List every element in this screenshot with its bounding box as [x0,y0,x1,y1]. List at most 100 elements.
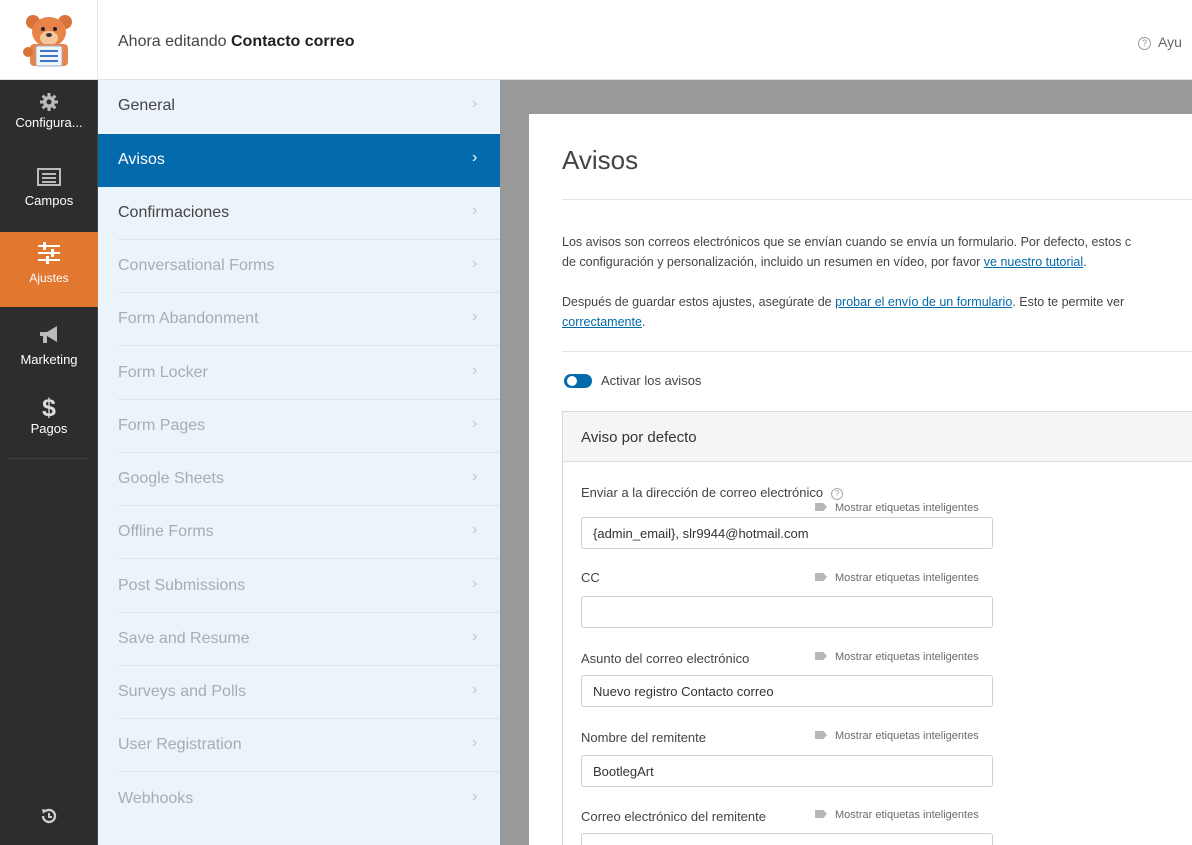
menu-item-label: Surveys and Polls [118,683,247,700]
chevron-right-icon: › [472,415,478,432]
menu-item-label: User Registration [118,736,242,753]
test-submission-link[interactable]: probar el envío de un formulario [835,295,1012,309]
smart-tags-toggle[interactable]: Mostrar etiquetas inteligentes [815,502,979,514]
test-text: Después de guardar estos ajustes, asegúr… [562,292,1124,332]
settings-menu-conversational-forms[interactable]: Conversational Forms › [98,240,500,293]
divider [8,458,90,459]
smart-tags-label: Mostrar etiquetas inteligentes [835,502,979,514]
tag-icon [815,503,827,511]
revisions-button[interactable] [0,806,98,836]
settings-menu-general[interactable]: General › [98,80,500,133]
chevron-right-icon: › [472,681,478,698]
chevron-right-icon: › [472,575,478,592]
top-bar: Ahora editando Contacto correo ? Ayu [0,0,1192,80]
correctly-link[interactable]: correctamente [562,315,642,329]
send-to-label: Enviar a la dirección de correo electrón… [581,485,844,500]
menu-item-label: Offline Forms [118,523,214,540]
from-email-input[interactable] [581,833,993,845]
menu-item-label: Form Abandonment [118,310,259,327]
megaphone-icon [40,326,57,343]
sidebar-item-setup[interactable]: Configura... [0,92,98,152]
smart-tags-label: Mostrar etiquetas inteligentes [835,572,979,584]
from-name-label: Nombre del remitente [581,730,706,745]
menu-item-label: Form Pages [118,417,206,434]
settings-menu-notifications[interactable]: Avisos › [98,134,500,187]
divider [118,345,500,346]
menu-item-label: General [118,97,175,114]
field-label-text: Enviar a la dirección de correo electrón… [581,485,824,500]
cc-input[interactable] [581,596,993,628]
sidebar-item-fields[interactable]: Campos [0,168,98,230]
email-subject-input[interactable]: Nuevo registro Contacto correo [581,675,993,707]
from-email-label: Correo electrónico del remitente [581,809,766,824]
settings-menu-form-pages[interactable]: Form Pages › [98,400,500,453]
fields-icon [37,168,61,186]
intro-text: Los avisos son correos electrónicos que … [562,232,1131,272]
settings-menu-google-sheets[interactable]: Google Sheets › [98,453,500,506]
settings-menu-user-registration[interactable]: User Registration › [98,719,500,772]
send-to-email-input[interactable]: {admin_email}, slr9944@hotmail.com [581,517,993,549]
settings-menu-surveys-and-polls[interactable]: Surveys and Polls › [98,666,500,719]
smart-tags-label: Mostrar etiquetas inteligentes [835,809,979,821]
menu-item-label: Conversational Forms [118,257,275,274]
chevron-right-icon: › [472,362,478,379]
intro-punctuation: . [1083,255,1087,269]
settings-menu-offline-forms[interactable]: Offline Forms › [98,506,500,559]
sidebar-item-settings[interactable]: Ajustes [0,232,98,307]
gear-icon [40,93,58,111]
smart-tags-label: Mostrar etiquetas inteligentes [835,651,979,663]
chevron-right-icon: › [472,255,478,272]
settings-menu-post-submissions[interactable]: Post Submissions › [98,560,500,613]
chevron-right-icon: › [472,308,478,325]
cc-label: CC [581,570,600,585]
sidebar-item-marketing[interactable]: Marketing [0,325,98,387]
sidebar-item-label: Campos [24,193,74,208]
chevron-right-icon: › [472,468,478,485]
menu-item-label: Google Sheets [118,470,224,487]
tutorial-link[interactable]: ve nuestro tutorial [984,255,1083,269]
settings-menu-save-and-resume[interactable]: Save and Resume › [98,613,500,666]
sidebar-item-label: Marketing [20,352,78,367]
divider [118,771,500,772]
smart-tags-toggle[interactable]: Mostrar etiquetas inteligentes [815,572,979,584]
help-icon[interactable]: ? [831,488,844,500]
smart-tags-toggle[interactable]: Mostrar etiquetas inteligentes [815,809,979,821]
sidebar-item-payments[interactable]: $ Pagos [0,395,98,457]
enable-notifications-toggle[interactable] [564,374,592,388]
smart-tags-toggle[interactable]: Mostrar etiquetas inteligentes [815,730,979,742]
chevron-right-icon: › [472,521,478,538]
chevron-right-icon: › [472,95,478,112]
help-link[interactable]: ? Ayu [1138,34,1182,50]
divider [562,351,1192,352]
menu-item-label: Avisos [118,151,165,168]
sidebar-item-label: Configura... [15,115,83,130]
logo[interactable] [0,0,98,80]
from-name-input[interactable]: BootlegArt [581,755,993,787]
chevron-right-icon: › [472,788,478,805]
settings-menu-form-abandonment[interactable]: Form Abandonment › [98,293,500,346]
test-punctuation: . [641,315,646,329]
intro-line: de configuración y personalización, incl… [562,255,984,269]
dollar-icon: $ [42,394,56,422]
chevron-right-icon: › [472,734,478,751]
settings-menu: General › Avisos › Confirmaciones › Conv… [98,80,500,845]
chevron-right-icon: › [472,149,478,166]
menu-item-label: Form Locker [118,364,208,381]
editing-prefix: Ahora editando [118,33,227,50]
smart-tags-toggle[interactable]: Mostrar etiquetas inteligentes [815,651,979,663]
divider [562,199,1192,200]
chevron-right-icon: › [472,628,478,645]
chevron-right-icon: › [472,202,478,219]
settings-menu-webhooks[interactable]: Webhooks › [98,773,500,826]
menu-item-label: Webhooks [118,790,194,807]
tag-icon [815,573,827,581]
notice-title: Aviso por defecto [581,429,697,446]
bear-logo-icon [23,15,72,67]
settings-menu-confirmations[interactable]: Confirmaciones › [98,187,500,240]
page-title: Avisos [562,145,639,175]
settings-menu-form-locker[interactable]: Form Locker › [98,347,500,400]
editing-title: Ahora editando Contacto correo [118,33,355,51]
divider [118,558,500,559]
app-window: Ahora editando Contacto correo ? Ayu Conf… [0,0,1192,845]
sliders-icon [38,242,60,264]
